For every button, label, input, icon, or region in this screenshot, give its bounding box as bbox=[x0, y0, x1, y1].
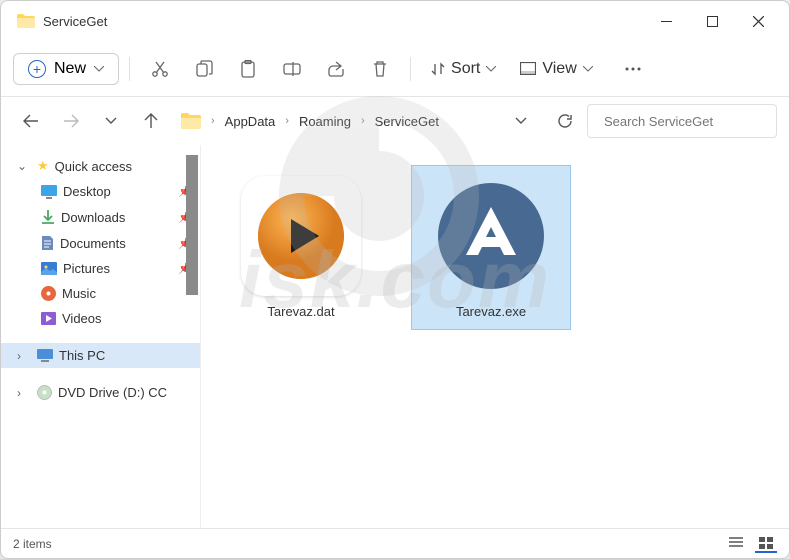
breadcrumb-item[interactable]: ServiceGet bbox=[371, 112, 443, 131]
sidebar-dvd-drive[interactable]: › DVD Drive (D:) CC bbox=[1, 380, 200, 405]
chevron-down-icon: ⌄ bbox=[17, 159, 31, 173]
window-title: ServiceGet bbox=[43, 14, 107, 29]
view-icon bbox=[520, 62, 536, 75]
disc-icon bbox=[37, 385, 52, 400]
paste-button[interactable] bbox=[228, 49, 268, 89]
plus-icon: + bbox=[28, 60, 46, 78]
titlebar: ServiceGet bbox=[1, 1, 789, 41]
back-button[interactable] bbox=[13, 103, 49, 139]
chevron-down-icon bbox=[486, 66, 496, 72]
chevron-right-icon: › bbox=[17, 349, 31, 363]
folder-icon bbox=[181, 113, 201, 129]
explorer-window: ServiceGet + New Sort View bbox=[0, 0, 790, 559]
icons-view-toggle[interactable] bbox=[755, 535, 777, 553]
minimize-button[interactable] bbox=[643, 1, 689, 41]
forward-button[interactable] bbox=[53, 103, 89, 139]
details-view-toggle[interactable] bbox=[725, 535, 747, 553]
sort-icon bbox=[431, 62, 445, 76]
maximize-button[interactable] bbox=[689, 1, 735, 41]
separator bbox=[410, 57, 411, 81]
sidebar-label: Documents bbox=[60, 236, 126, 251]
desktop-icon bbox=[41, 185, 57, 199]
new-button[interactable]: + New bbox=[13, 53, 119, 85]
sidebar-label: This PC bbox=[59, 348, 105, 363]
folder-icon bbox=[17, 14, 35, 28]
navbar: › AppData › Roaming › ServiceGet bbox=[1, 97, 789, 145]
more-button[interactable] bbox=[613, 49, 653, 89]
sidebar-label: Quick access bbox=[55, 159, 132, 174]
rename-button[interactable] bbox=[272, 49, 312, 89]
sidebar-label: Downloads bbox=[61, 210, 125, 225]
sidebar: ⌄ ★ Quick access Desktop 📌 Downloads 📌 D… bbox=[1, 145, 201, 528]
breadcrumb[interactable]: › AppData › Roaming › ServiceGet bbox=[173, 104, 543, 138]
chevron-right-icon: › bbox=[211, 115, 215, 127]
delete-button[interactable] bbox=[360, 49, 400, 89]
file-icon bbox=[431, 176, 551, 296]
star-icon: ★ bbox=[37, 158, 49, 174]
chevron-down-icon bbox=[583, 66, 593, 72]
file-item[interactable]: Tarevaz.dat bbox=[221, 165, 381, 330]
sidebar-label: Desktop bbox=[63, 184, 111, 199]
sidebar-this-pc[interactable]: › This PC bbox=[1, 343, 200, 368]
share-button[interactable] bbox=[316, 49, 356, 89]
recent-button[interactable] bbox=[93, 103, 129, 139]
file-pane[interactable]: Tarevaz.dat Tarevaz.exe bbox=[201, 145, 789, 528]
sidebar-label: Music bbox=[62, 286, 96, 301]
sidebar-item-documents[interactable]: Documents 📌 bbox=[1, 230, 200, 256]
statusbar: 2 items bbox=[1, 528, 789, 558]
close-button[interactable] bbox=[735, 1, 781, 41]
item-count: 2 items bbox=[13, 537, 52, 551]
chevron-right-icon: › bbox=[17, 386, 31, 400]
music-icon bbox=[41, 286, 56, 301]
view-label: View bbox=[542, 60, 576, 78]
toolbar: + New Sort View bbox=[1, 41, 789, 97]
sidebar-label: Videos bbox=[62, 311, 102, 326]
file-icon bbox=[241, 176, 361, 296]
body: ⌄ ★ Quick access Desktop 📌 Downloads 📌 D… bbox=[1, 145, 789, 528]
breadcrumb-dropdown[interactable] bbox=[507, 117, 535, 125]
sidebar-item-desktop[interactable]: Desktop 📌 bbox=[1, 179, 200, 204]
breadcrumb-item[interactable]: Roaming bbox=[295, 112, 355, 131]
view-toggles bbox=[725, 535, 777, 553]
cut-button[interactable] bbox=[140, 49, 180, 89]
sidebar-item-downloads[interactable]: Downloads 📌 bbox=[1, 204, 200, 230]
separator bbox=[129, 57, 130, 81]
file-item[interactable]: Tarevaz.exe bbox=[411, 165, 571, 330]
documents-icon bbox=[41, 235, 54, 251]
chevron-right-icon: › bbox=[361, 115, 365, 127]
sidebar-label: DVD Drive (D:) CC bbox=[58, 385, 167, 400]
refresh-button[interactable] bbox=[547, 103, 583, 139]
file-name: Tarevaz.exe bbox=[456, 304, 526, 319]
sidebar-item-music[interactable]: Music bbox=[1, 281, 200, 306]
scrollbar-thumb[interactable] bbox=[186, 155, 198, 295]
chevron-right-icon: › bbox=[285, 115, 289, 127]
up-button[interactable] bbox=[133, 103, 169, 139]
view-button[interactable]: View bbox=[510, 54, 602, 84]
breadcrumb-item[interactable]: AppData bbox=[221, 112, 280, 131]
sort-button[interactable]: Sort bbox=[421, 54, 506, 84]
sidebar-item-videos[interactable]: Videos bbox=[1, 306, 200, 331]
sidebar-label: Pictures bbox=[63, 261, 110, 276]
pc-icon bbox=[37, 349, 53, 362]
copy-button[interactable] bbox=[184, 49, 224, 89]
window-controls bbox=[643, 1, 781, 41]
new-label: New bbox=[54, 60, 86, 78]
sidebar-quick-access[interactable]: ⌄ ★ Quick access bbox=[1, 153, 200, 179]
search-input[interactable] bbox=[604, 114, 780, 129]
search-box[interactable] bbox=[587, 104, 777, 138]
file-name: Tarevaz.dat bbox=[267, 304, 334, 319]
sort-label: Sort bbox=[451, 60, 480, 78]
downloads-icon bbox=[41, 209, 55, 225]
sidebar-item-pictures[interactable]: Pictures 📌 bbox=[1, 256, 200, 281]
pictures-icon bbox=[41, 262, 57, 275]
videos-icon bbox=[41, 312, 56, 325]
chevron-down-icon bbox=[94, 66, 104, 72]
